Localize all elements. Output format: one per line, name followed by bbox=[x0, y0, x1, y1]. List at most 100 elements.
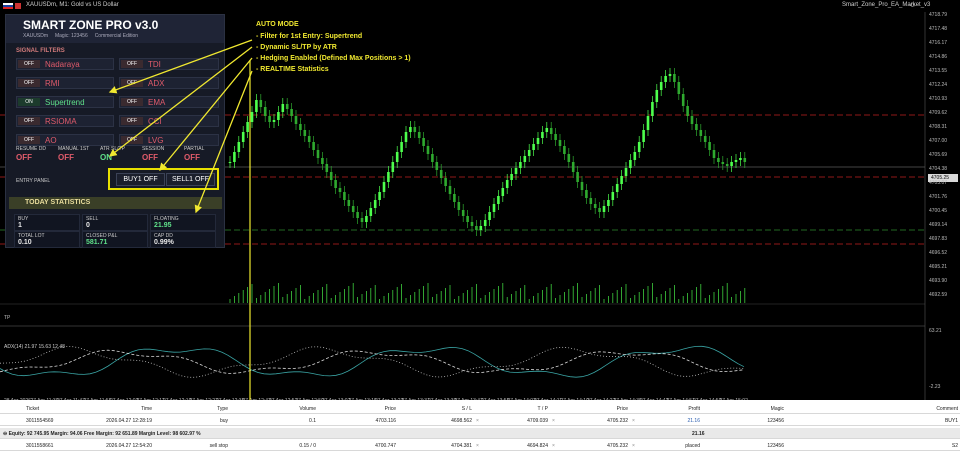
candle-body bbox=[497, 196, 500, 204]
candle-body bbox=[642, 130, 645, 142]
candle-body bbox=[567, 154, 571, 162]
column-header[interactable]: S / L bbox=[462, 406, 472, 412]
filter-state-badge: OFF bbox=[121, 79, 143, 87]
column-header[interactable]: Ticket bbox=[26, 406, 39, 412]
price-tick: 4718.79 bbox=[929, 12, 948, 18]
table-cell: S2 bbox=[951, 443, 958, 449]
column-header[interactable]: T / P bbox=[538, 406, 548, 412]
candle-body bbox=[527, 150, 531, 156]
candle-body bbox=[734, 160, 738, 162]
candle-body bbox=[743, 158, 747, 162]
table-cell: 0.1 bbox=[309, 418, 316, 424]
panel-header: SMART ZONE PRO v3.0 XAUUSDm Magic: 12345… bbox=[6, 15, 224, 43]
candle-body bbox=[725, 164, 729, 166]
candle-body bbox=[303, 130, 307, 136]
filter-toggle-rmi[interactable]: OFF RMI bbox=[16, 77, 114, 89]
candle-body bbox=[299, 124, 302, 130]
candle-body bbox=[312, 142, 315, 150]
status-value[interactable]: OFF bbox=[184, 153, 200, 162]
candle-body bbox=[668, 74, 672, 76]
candle-body bbox=[598, 208, 601, 212]
modify-icon[interactable]: × bbox=[552, 418, 555, 424]
candle-body bbox=[400, 142, 403, 152]
column-header[interactable]: Magic bbox=[771, 406, 784, 412]
adx-indicator-label: ADX(14) 21.97 15.63 12.48 bbox=[4, 344, 65, 350]
candle-body bbox=[448, 186, 452, 194]
table-cell: 3011554569 bbox=[26, 418, 54, 424]
candle-body bbox=[576, 172, 579, 182]
status-value[interactable]: ON bbox=[100, 153, 112, 162]
candle-body bbox=[387, 172, 390, 182]
candle-body bbox=[541, 132, 544, 138]
table-cell: 123456 bbox=[767, 443, 784, 449]
filter-toggle-tdi[interactable]: OFF TDI bbox=[119, 58, 219, 70]
status-value[interactable]: OFF bbox=[16, 153, 32, 162]
price-tick: 4693.90 bbox=[929, 278, 948, 284]
candle-body bbox=[347, 200, 351, 206]
stat-value: 0 bbox=[86, 222, 90, 229]
filter-toggle-ao[interactable]: OFF AO bbox=[16, 134, 114, 146]
column-header[interactable]: Type bbox=[217, 406, 228, 412]
candle-body bbox=[532, 144, 535, 150]
price-tick: 4696.52 bbox=[929, 250, 948, 256]
filter-state-badge: OFF bbox=[121, 136, 143, 144]
modify-icon[interactable]: × bbox=[632, 418, 635, 424]
expert-advisor-name[interactable]: Smart_Zone_Pro_EA_Market_v3 bbox=[842, 2, 930, 8]
indicator-tick: -2.23 bbox=[929, 384, 941, 390]
stat-value: 0.10 bbox=[18, 239, 32, 246]
filter-toggle-lvg[interactable]: OFF LVG bbox=[119, 134, 219, 146]
filter-toggle-nadaraya[interactable]: OFF Nadaraya bbox=[16, 58, 114, 70]
volume-indicator-label: TP bbox=[4, 315, 11, 321]
candle-body bbox=[461, 210, 465, 216]
price-tick: 4714.86 bbox=[929, 54, 948, 60]
candle-body bbox=[255, 100, 258, 112]
today-statistics-heading: TODAY STATISTICS bbox=[25, 199, 91, 206]
modify-icon[interactable]: × bbox=[476, 418, 479, 424]
filter-toggle-adx[interactable]: OFF ADX bbox=[119, 77, 219, 89]
filter-name: RSIOMA bbox=[45, 117, 77, 126]
sell1-button[interactable]: SELL1 OFF bbox=[166, 173, 215, 186]
filter-state-badge: OFF bbox=[18, 79, 40, 87]
table-row[interactable]: 3011558661 2026.04.27 12:54:20 sell stop 0.… bbox=[0, 440, 960, 451]
status-value[interactable]: OFF bbox=[142, 153, 158, 162]
candle-body bbox=[677, 82, 681, 94]
candle-body bbox=[699, 130, 703, 136]
candle-body bbox=[435, 162, 439, 170]
adx-main-line bbox=[0, 345, 745, 378]
column-header[interactable]: Price bbox=[617, 406, 628, 412]
table-cell: BUY1 bbox=[944, 418, 958, 424]
filter-toggle-rsioma[interactable]: OFF RSIOMA bbox=[16, 115, 114, 127]
filter-toggle-cci[interactable]: OFF CCI bbox=[119, 115, 219, 127]
stat-cell-cap-dd: CAP DD 0.99% bbox=[150, 231, 216, 248]
status-value[interactable]: OFF bbox=[58, 153, 74, 162]
stat-value: 0.99% bbox=[154, 239, 174, 246]
column-header[interactable]: Comment bbox=[936, 406, 958, 412]
stat-value: 1 bbox=[18, 222, 22, 229]
column-header[interactable]: Volume bbox=[299, 406, 316, 412]
candle-body bbox=[571, 162, 575, 172]
modify-icon[interactable]: × bbox=[552, 443, 555, 449]
candle-body bbox=[673, 74, 676, 82]
column-header[interactable]: Profit bbox=[688, 406, 700, 412]
buy1-button[interactable]: BUY1 OFF bbox=[116, 173, 165, 186]
filter-toggle-supertrend[interactable]: ON Supertrend bbox=[16, 96, 114, 108]
account-profit: 21.16 bbox=[692, 431, 705, 437]
price-tick: 4704.38 bbox=[929, 166, 948, 172]
price-tick: 4700.45 bbox=[929, 208, 948, 214]
ea-smiley-icon[interactable]: ☺ bbox=[909, 2, 916, 9]
modify-icon[interactable]: × bbox=[632, 443, 635, 449]
candle-body bbox=[228, 162, 232, 163]
table-row[interactable]: 3011554569 2026.04.27 12:28:19 buy 0.1 4703.… bbox=[0, 415, 960, 426]
annotation-stats: - REALTIME Statistics bbox=[256, 66, 329, 73]
candle-body bbox=[637, 142, 641, 152]
filter-toggle-ema[interactable]: OFF EMA bbox=[119, 96, 219, 108]
candle-body bbox=[444, 178, 447, 186]
candle-body bbox=[708, 142, 711, 150]
table-cell: 4694.824 bbox=[527, 443, 548, 449]
column-header[interactable]: Price bbox=[385, 406, 396, 412]
column-header[interactable]: Time bbox=[141, 406, 152, 412]
stat-value: 581.71 bbox=[86, 239, 108, 246]
stat-cell-closed-p-l: CLOSED P&L 581.71 bbox=[82, 231, 148, 248]
modify-icon[interactable]: × bbox=[476, 443, 479, 449]
candle-body bbox=[259, 100, 263, 107]
